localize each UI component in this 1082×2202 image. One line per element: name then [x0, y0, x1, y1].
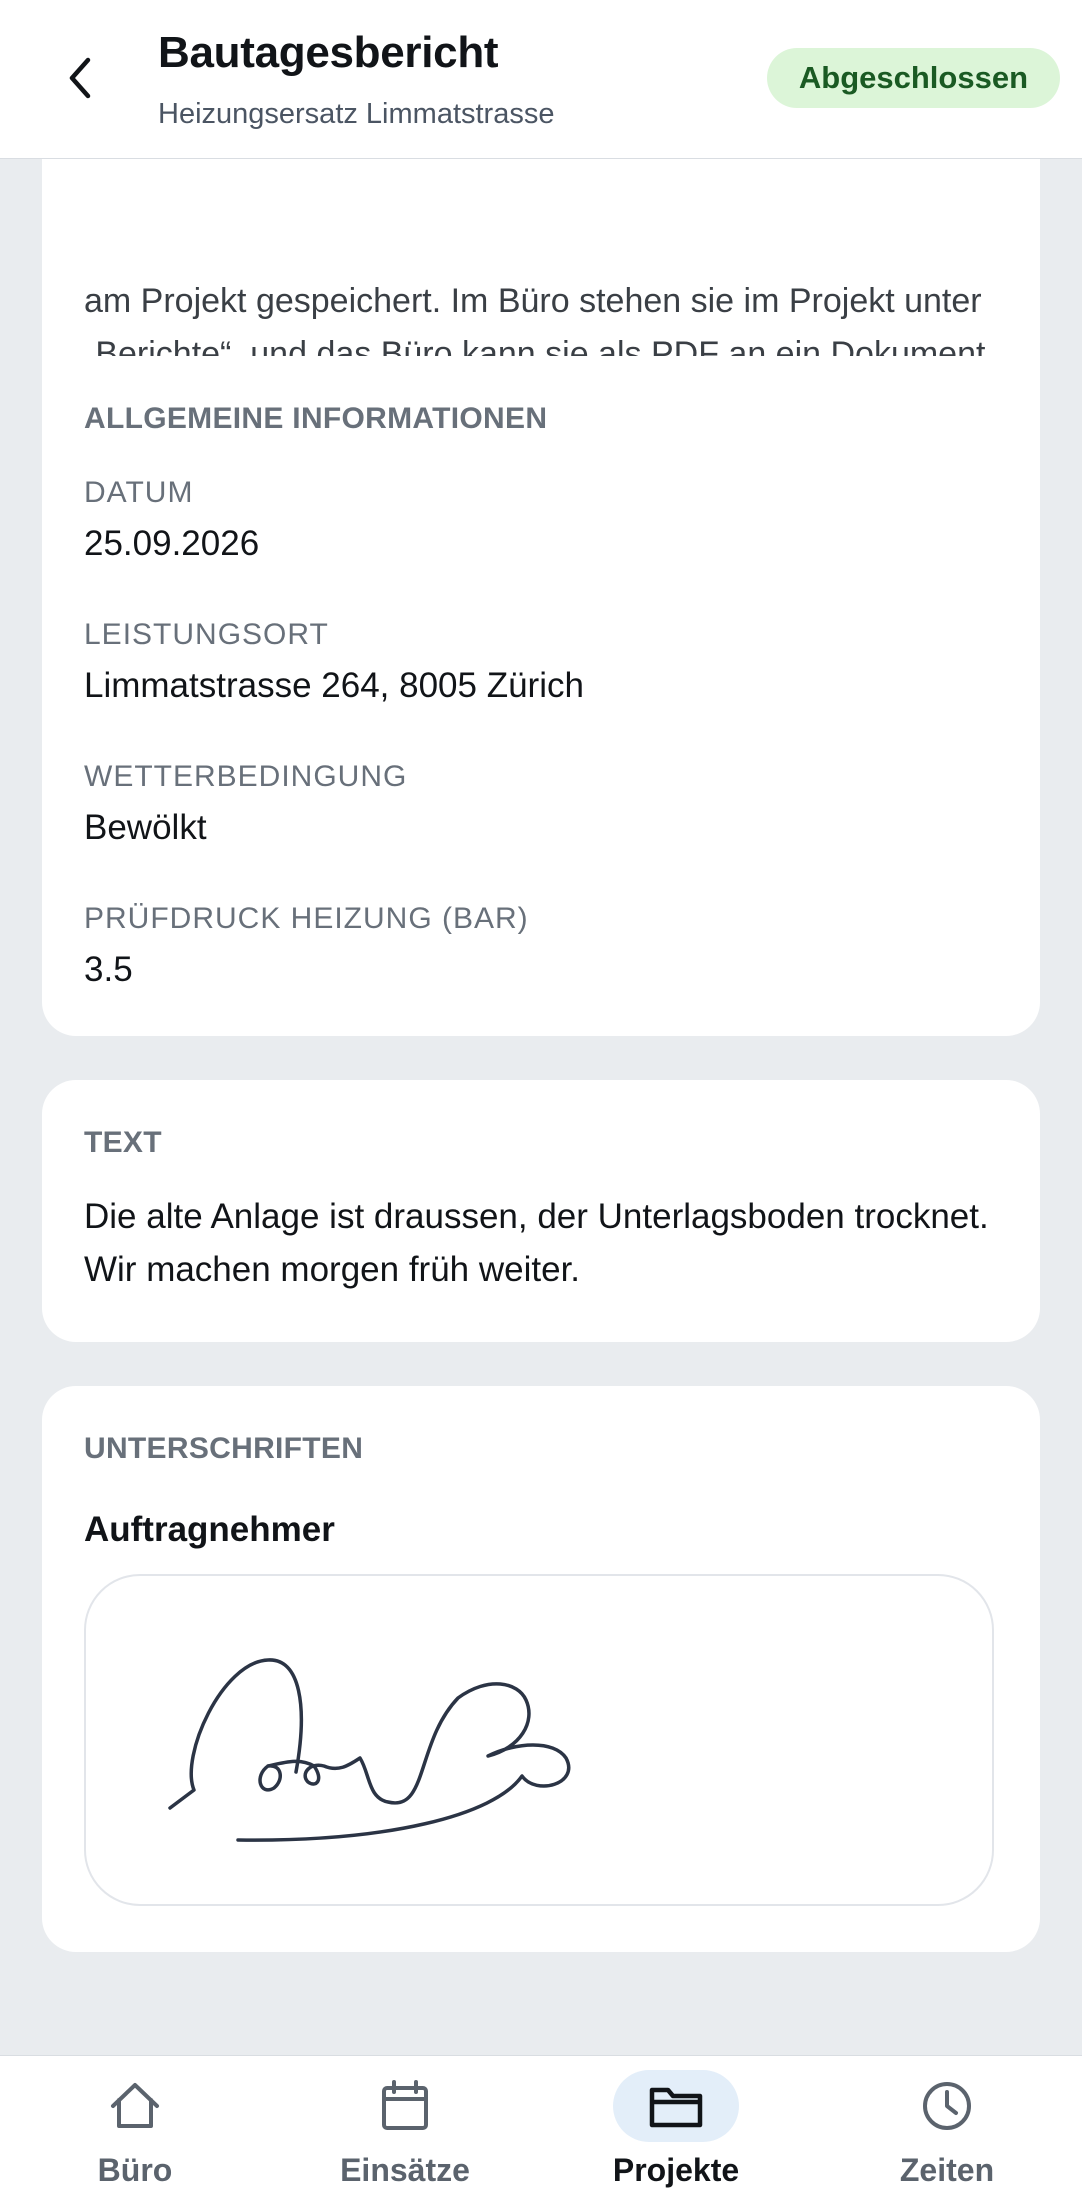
test-pressure-label: PRÜFDRUCK HEIZUNG (BAR) [84, 902, 529, 935]
tab-projekte-icon-wrap [613, 2070, 739, 2142]
status-badge: Abgeschlossen [766, 48, 1060, 108]
tab-buero[interactable]: Büro [0, 2056, 270, 2202]
general-info-card: ALLGEMEINE INFORMATIONEN DATUM 25.09.202… [42, 356, 1040, 1036]
calendar-icon [382, 2080, 428, 2130]
tab-einsaetze-label: Einsätze [340, 2152, 470, 2188]
test-pressure-value: 3.5 [84, 950, 133, 989]
clock-icon [923, 2082, 971, 2130]
date-value: 25.09.2026 [84, 524, 260, 563]
signature-box [84, 1574, 994, 1906]
weather-value: Bewölkt [84, 808, 207, 847]
location-label: LEISTUNGSORT [84, 618, 329, 651]
date-label: DATUM [84, 476, 194, 509]
text-section-body: Die alte Anlage ist draussen, der Unterl… [84, 1197, 989, 1289]
text-section-title: TEXT [84, 1126, 162, 1159]
weather-label: WETTERBEDINGUNG [84, 760, 408, 793]
signatures-card: UNTERSCHRIFTEN Auftragnehmer [42, 1386, 1040, 1952]
folder-icon [649, 2087, 703, 2128]
tab-einsaetze-icon-wrap [342, 2070, 468, 2142]
home-icon [111, 2083, 159, 2128]
page-subtitle: Heizungsersatz Limmatstrasse [158, 98, 555, 130]
tab-zeiten-label: Zeiten [899, 2152, 995, 2188]
tab-projekte[interactable]: Projekte [541, 2056, 811, 2202]
signatures-title: UNTERSCHRIFTEN [84, 1432, 364, 1465]
bottom-tab-bar: Büro Einsätze Projekte Zeiten [0, 2055, 1082, 2202]
tab-zeiten[interactable]: Zeiten [812, 2056, 1082, 2202]
general-info-title: ALLGEMEINE INFORMATIONEN [84, 402, 548, 435]
back-button[interactable] [52, 50, 108, 106]
tab-projekte-label: Projekte [612, 2152, 740, 2188]
text-card: TEXT Die alte Anlage ist draussen, der U… [42, 1080, 1040, 1342]
tab-buero-label: Büro [97, 2152, 173, 2188]
page-title: Bautagesbericht [158, 28, 499, 77]
chevron-left-icon [69, 57, 91, 99]
app-header: Bautagesbericht Heizungsersatz Limmatstr… [0, 0, 1082, 159]
location-value: Limmatstrasse 264, 8005 Zürich [84, 666, 584, 705]
tab-buero-icon-wrap [72, 2070, 198, 2142]
report-content[interactable]: am Projekt gespeichert. Im Büro stehen s… [0, 158, 1082, 2056]
signature-image [168, 1658, 571, 1842]
signer-label: Auftragnehmer [84, 1510, 335, 1549]
tab-einsaetze[interactable]: Einsätze [270, 2056, 540, 2202]
tab-zeiten-icon-wrap [884, 2070, 1010, 2142]
